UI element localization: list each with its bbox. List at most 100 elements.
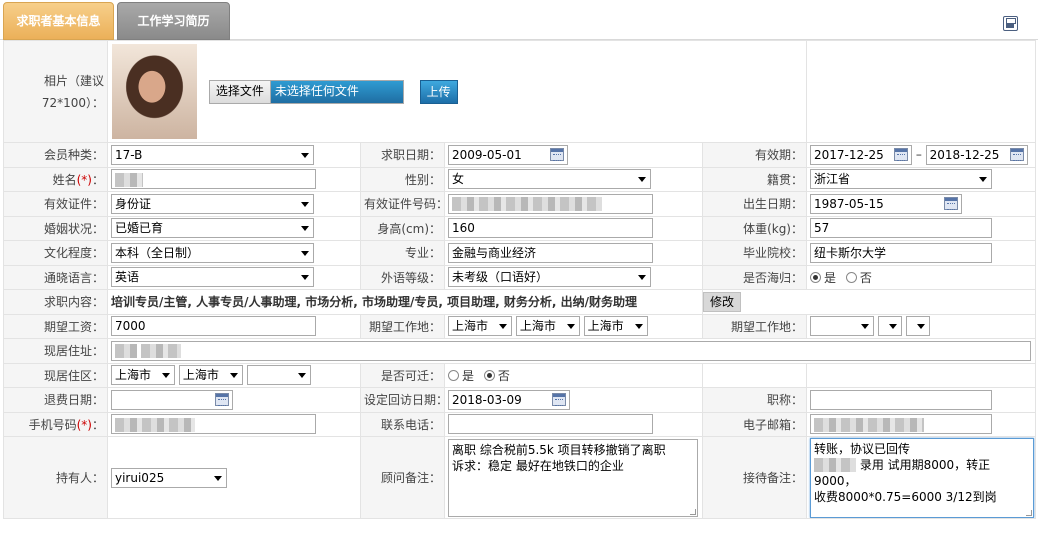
owner-select[interactable]: yirui025 [111, 467, 227, 488]
mobile-label: 手机号码(*)： [3, 411, 108, 437]
current-area-select-2[interactable]: 上海市 [178, 365, 243, 386]
upload-button[interactable]: 上传 [419, 79, 458, 104]
valid-period-label: 有效期： [702, 142, 807, 168]
followup-date-label: 设定回访日期： [360, 387, 445, 413]
language-level-label: 外语等级： [360, 264, 445, 290]
chevron-down-icon [301, 226, 309, 232]
name-input[interactable] [111, 169, 316, 190]
reception-note-textarea[interactable]: 转账，协议已回传 录用 试用期8000，转正9000， 收费8000*0.75=… [810, 437, 1034, 518]
major-input[interactable]: 金融与商业经济 [448, 242, 653, 263]
phone-input[interactable] [448, 414, 653, 435]
resize-grip-icon [1026, 509, 1032, 516]
tab-bar: 求职者基本信息 工作学习简历 [0, 0, 1038, 40]
apply-date-label: 求职日期： [360, 142, 445, 168]
calendar-icon [552, 392, 566, 406]
returnee-no-radio[interactable] [845, 271, 857, 283]
returnee-yes-radio[interactable] [810, 271, 821, 283]
calendar-icon [550, 147, 564, 161]
calendar-icon [944, 196, 958, 210]
relocate-yes-radio[interactable] [448, 369, 459, 381]
marital-label: 婚姻状况： [3, 215, 108, 241]
expected-location-2-select-2[interactable] [877, 316, 902, 337]
education-select[interactable]: 本科（全日制） [111, 242, 314, 263]
marital-select[interactable]: 已婚已育 [111, 218, 314, 239]
apply-date-input[interactable]: 2009-05-01 [448, 144, 568, 165]
chevron-down-icon [566, 324, 575, 330]
advisor-note-label: 顾问备注： [360, 436, 445, 519]
chevron-down-icon [916, 324, 925, 330]
expected-location-2-label: 期望工作地： [702, 313, 807, 339]
expected-salary-input[interactable]: 7000 [111, 316, 316, 337]
birth-date-label: 出生日期： [702, 191, 807, 217]
refund-date-label: 退费日期： [3, 387, 108, 413]
email-label: 电子邮箱： [702, 411, 807, 437]
chevron-down-icon [638, 177, 646, 183]
advisor-note-textarea[interactable]: 离职 综合税前5.5k 项目转移撤销了离职 诉求：稳定 最好在地铁口的企业 [448, 438, 698, 517]
expected-location-select-3[interactable]: 上海市 [583, 316, 648, 337]
calendar-icon [894, 147, 908, 161]
major-label: 专业： [360, 240, 445, 266]
phone-label: 联系电话： [360, 411, 445, 437]
modify-button[interactable]: 修改 [703, 291, 742, 312]
gender-label: 性别： [360, 166, 445, 192]
chevron-down-icon [638, 275, 646, 281]
chevron-down-icon [301, 250, 309, 256]
choose-file-button[interactable]: 选择文件 [209, 80, 271, 103]
followup-date-input[interactable]: 2018-03-09 [448, 389, 570, 410]
relocate-no-radio[interactable] [483, 369, 495, 381]
id-type-select[interactable]: 身份证 [111, 193, 314, 214]
expected-location-2-select-3[interactable] [905, 316, 930, 337]
expected-location-label: 期望工作地： [360, 313, 445, 339]
native-place-label: 籍贯： [702, 166, 807, 192]
native-place-select[interactable]: 浙江省 [810, 169, 992, 190]
chevron-down-icon [499, 324, 507, 330]
language-select[interactable]: 英语 [111, 267, 314, 288]
school-input[interactable]: 纽卡斯尔大学 [810, 242, 992, 263]
current-area-select-3[interactable] [246, 365, 311, 386]
chevron-down-icon [634, 324, 643, 330]
language-level-select[interactable]: 未考级（口语好） [448, 267, 651, 288]
tab-work-history[interactable]: 工作学习简历 [117, 2, 230, 40]
title-label: 职称： [702, 387, 807, 413]
mobile-input[interactable] [111, 414, 316, 435]
weight-input[interactable]: 57 [810, 218, 992, 239]
member-type-select[interactable]: 17-B [111, 144, 314, 165]
expected-location-select-2[interactable]: 上海市 [515, 316, 580, 337]
chevron-down-icon [301, 275, 309, 281]
chevron-down-icon [301, 152, 309, 158]
valid-to-input[interactable]: 2018-12-25 [925, 144, 1028, 165]
birth-date-input[interactable]: 1987-05-15 [810, 193, 962, 214]
relocate-label: 是否可迁： [360, 362, 445, 388]
title-input[interactable] [810, 389, 992, 410]
job-content-value: 培训专员/主管, 人事专员/人事助理, 市场分析, 市场助理/专员, 项目助理,… [111, 295, 637, 310]
calendar-icon [215, 392, 229, 406]
gender-select[interactable]: 女 [448, 169, 651, 190]
weight-label: 体重(kg)： [702, 215, 807, 241]
calendar-icon [1009, 147, 1024, 161]
valid-from-input[interactable]: 2017-12-25 [810, 144, 912, 165]
refund-date-input[interactable] [111, 389, 233, 410]
candidate-form: 相片（建议72*100）： 选择文件 未选择任何文件 上传 会员种类： 17-B … [3, 40, 1036, 519]
education-label: 文化程度： [3, 240, 108, 266]
id-type-label: 有效证件： [3, 191, 108, 217]
chevron-down-icon [301, 201, 309, 207]
expected-location-2-select-1[interactable] [810, 316, 874, 337]
save-icon[interactable] [1003, 16, 1018, 31]
name-label: 姓名(*)： [3, 166, 108, 192]
chevron-down-icon [861, 324, 869, 330]
expected-location-select-1[interactable]: 上海市 [448, 316, 512, 337]
expected-salary-label: 期望工资： [3, 313, 108, 339]
file-name-display: 未选择任何文件 [270, 80, 403, 103]
member-type-label: 会员种类： [3, 142, 108, 168]
height-input[interactable]: 160 [448, 218, 653, 239]
email-input[interactable] [810, 414, 992, 435]
file-chooser[interactable]: 选择文件 未选择任何文件 [208, 79, 404, 104]
tab-basic-info[interactable]: 求职者基本信息 [3, 2, 114, 40]
school-label: 毕业院校： [702, 240, 807, 266]
id-number-input[interactable] [448, 193, 653, 214]
id-number-label: 有效证件号码： [360, 191, 445, 217]
current-address-label: 现居住址： [3, 338, 108, 364]
current-address-input[interactable] [111, 340, 1031, 361]
range-separator: – [915, 147, 922, 162]
current-area-select-1[interactable]: 上海市 [111, 365, 175, 386]
